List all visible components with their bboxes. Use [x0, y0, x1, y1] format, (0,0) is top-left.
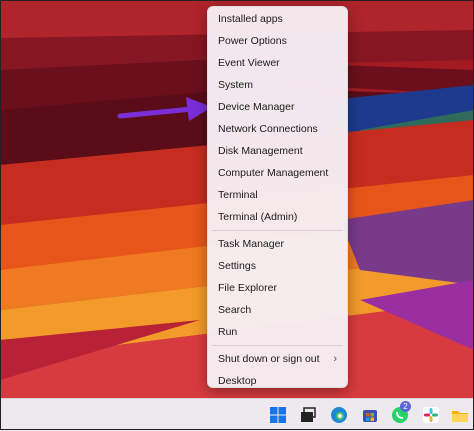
menu-item-device-manager[interactable]: Device Manager: [208, 96, 347, 118]
menu-item-event-viewer[interactable]: Event Viewer: [208, 52, 347, 74]
start-icon[interactable]: [269, 406, 287, 424]
menu-item-file-explorer[interactable]: File Explorer: [208, 277, 347, 299]
menu-item-shut-down[interactable]: Shut down or sign out ›: [208, 348, 347, 370]
menu-separator: [212, 230, 343, 231]
store-icon[interactable]: [361, 406, 379, 424]
power-user-menu: Installed apps Power Options Event Viewe…: [207, 6, 348, 388]
chevron-right-icon: ›: [333, 353, 337, 365]
menu-item-computer-management[interactable]: Computer Management: [208, 162, 347, 184]
menu-item-system[interactable]: System: [208, 74, 347, 96]
menu-item-settings[interactable]: Settings: [208, 255, 347, 277]
edge-icon[interactable]: [330, 406, 348, 424]
menu-item-network-connections[interactable]: Network Connections: [208, 118, 347, 140]
menu-item-search[interactable]: Search: [208, 299, 347, 321]
task-view-icon[interactable]: [299, 406, 317, 424]
notification-badge: 2: [400, 401, 411, 412]
menu-item-power-options[interactable]: Power Options: [208, 30, 347, 52]
menu-item-disk-management[interactable]: Disk Management: [208, 140, 347, 162]
menu-item-task-manager[interactable]: Task Manager: [208, 233, 347, 255]
menu-item-terminal-admin[interactable]: Terminal (Admin): [208, 206, 347, 228]
menu-separator: [212, 345, 343, 346]
file-explorer-icon[interactable]: [451, 406, 469, 424]
menu-item-terminal[interactable]: Terminal: [208, 184, 347, 206]
menu-item-desktop[interactable]: Desktop: [208, 370, 347, 392]
menu-item-installed-apps[interactable]: Installed apps: [208, 8, 347, 30]
menu-item-run[interactable]: Run: [208, 321, 347, 343]
slack-icon[interactable]: [422, 406, 440, 424]
